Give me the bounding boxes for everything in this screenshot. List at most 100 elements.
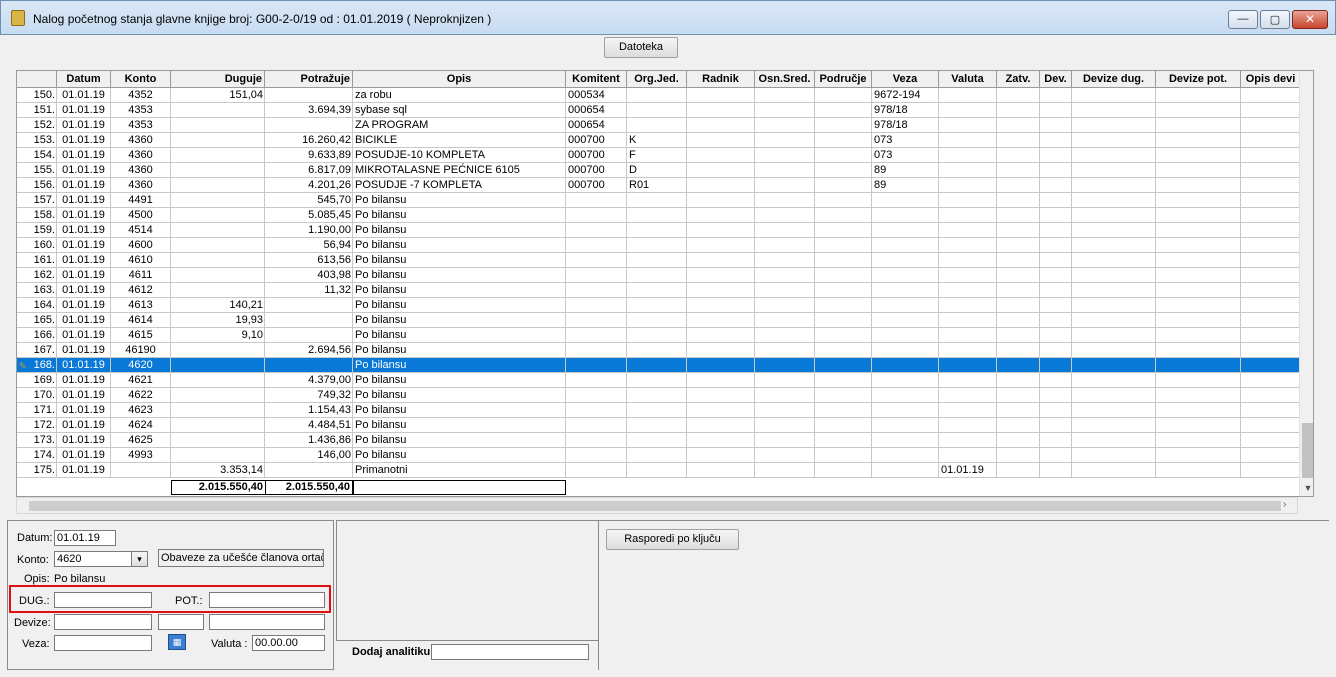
table-cell[interactable]: 613,56 [265,253,353,268]
table-cell[interactable]: 158. [17,208,57,223]
table-cell[interactable] [755,418,815,433]
table-cell[interactable]: 4622 [111,388,171,403]
table-cell[interactable] [171,193,265,208]
table-cell[interactable]: 4623 [111,403,171,418]
table-cell[interactable] [1156,253,1241,268]
table-cell[interactable] [815,403,872,418]
table-row[interactable]: 159. 01.01.19 4514 1.190,00 Po bilansu [17,223,1301,238]
column-header[interactable]: Duguje [171,71,265,88]
table-cell[interactable]: POSUDJE-10 KOMPLETA [353,148,566,163]
table-cell[interactable] [627,223,687,238]
table-cell[interactable] [171,163,265,178]
table-cell[interactable]: 156. [17,178,57,193]
table-cell[interactable] [1072,208,1156,223]
table-cell[interactable] [997,298,1040,313]
table-cell[interactable] [1072,373,1156,388]
table-cell[interactable] [1072,313,1156,328]
table-cell[interactable] [1156,118,1241,133]
table-cell[interactable] [627,298,687,313]
maximize-button[interactable]: ▢ [1260,10,1290,29]
table-cell[interactable]: 4360 [111,148,171,163]
table-cell[interactable] [1072,163,1156,178]
table-cell[interactable]: 749,32 [265,388,353,403]
table-cell[interactable] [1156,433,1241,448]
table-cell[interactable] [1040,163,1072,178]
table-cell[interactable] [997,388,1040,403]
table-cell[interactable]: Po bilansu [353,418,566,433]
table-cell[interactable]: 161. [17,253,57,268]
table-cell[interactable]: 01.01.19 [57,88,111,103]
table-cell[interactable]: K [627,133,687,148]
table-cell[interactable] [627,433,687,448]
table-cell[interactable] [872,463,939,478]
table-cell[interactable] [1040,328,1072,343]
table-cell[interactable] [1072,193,1156,208]
table-cell[interactable]: Po bilansu [353,328,566,343]
table-cell[interactable] [997,223,1040,238]
table-cell[interactable] [1072,223,1156,238]
table-cell[interactable] [1072,118,1156,133]
table-cell[interactable] [997,163,1040,178]
table-cell[interactable] [939,388,997,403]
table-cell[interactable] [171,433,265,448]
table-cell[interactable] [997,208,1040,223]
table-cell[interactable] [939,283,997,298]
table-cell[interactable]: 146,00 [265,448,353,463]
table-cell[interactable]: 01.01.19 [57,463,111,478]
table-cell[interactable] [1040,103,1072,118]
table-cell[interactable] [627,373,687,388]
table-cell[interactable] [687,433,755,448]
table-cell[interactable] [755,238,815,253]
table-cell[interactable] [872,433,939,448]
table-cell[interactable]: 4491 [111,193,171,208]
table-cell[interactable] [687,88,755,103]
table-cell[interactable] [687,328,755,343]
table-cell[interactable] [755,313,815,328]
table-cell[interactable] [1040,148,1072,163]
table-cell[interactable] [1072,253,1156,268]
table-cell[interactable]: 000700 [566,163,627,178]
table-cell[interactable] [755,223,815,238]
table-cell[interactable]: 000534 [566,88,627,103]
table-cell[interactable]: 19,93 [171,313,265,328]
table-cell[interactable] [1241,298,1301,313]
table-cell[interactable] [939,343,997,358]
table-cell[interactable] [1040,448,1072,463]
table-row[interactable]: 157. 01.01.19 4491 545,70 Po bilansu [17,193,1301,208]
column-header[interactable]: Datum [57,71,111,88]
table-cell[interactable]: BICIKLE [353,133,566,148]
table-cell[interactable] [687,358,755,373]
table-cell[interactable]: 01.01.19 [57,178,111,193]
horizontal-scrollbar[interactable]: › [16,497,1298,514]
table-cell[interactable] [1040,253,1072,268]
scroll-right-icon[interactable]: › [1283,499,1286,510]
column-header[interactable]: Veza [872,71,939,88]
table-cell[interactable]: R01 [627,178,687,193]
table-cell[interactable] [1040,178,1072,193]
table-cell[interactable] [872,403,939,418]
table-cell[interactable] [939,118,997,133]
table-cell[interactable] [627,358,687,373]
table-cell[interactable]: 169. [17,373,57,388]
table-cell[interactable] [566,463,627,478]
table-cell[interactable] [997,148,1040,163]
table-cell[interactable] [997,103,1040,118]
table-cell[interactable]: Po bilansu [353,358,566,373]
table-cell[interactable] [755,253,815,268]
table-cell[interactable]: 073 [872,148,939,163]
table-cell[interactable] [939,403,997,418]
table-cell[interactable]: 4.484,51 [265,418,353,433]
table-cell[interactable] [1241,328,1301,343]
table-cell[interactable]: 01.01.19 [57,403,111,418]
table-row[interactable]: 153. 01.01.19 4360 16.260,42 BICIKLE 000700 K 0… [17,133,1301,148]
valuta-field[interactable]: 00.00.00 [252,635,325,651]
table-cell[interactable]: 01.01.19 [57,343,111,358]
table-cell[interactable] [1241,133,1301,148]
table-cell[interactable] [566,418,627,433]
table-cell[interactable] [815,268,872,283]
table-cell[interactable] [1072,343,1156,358]
table-cell[interactable] [171,238,265,253]
table-cell[interactable] [627,268,687,283]
table-cell[interactable]: 01.01.19 [57,448,111,463]
table-cell[interactable]: 01.01.19 [57,373,111,388]
